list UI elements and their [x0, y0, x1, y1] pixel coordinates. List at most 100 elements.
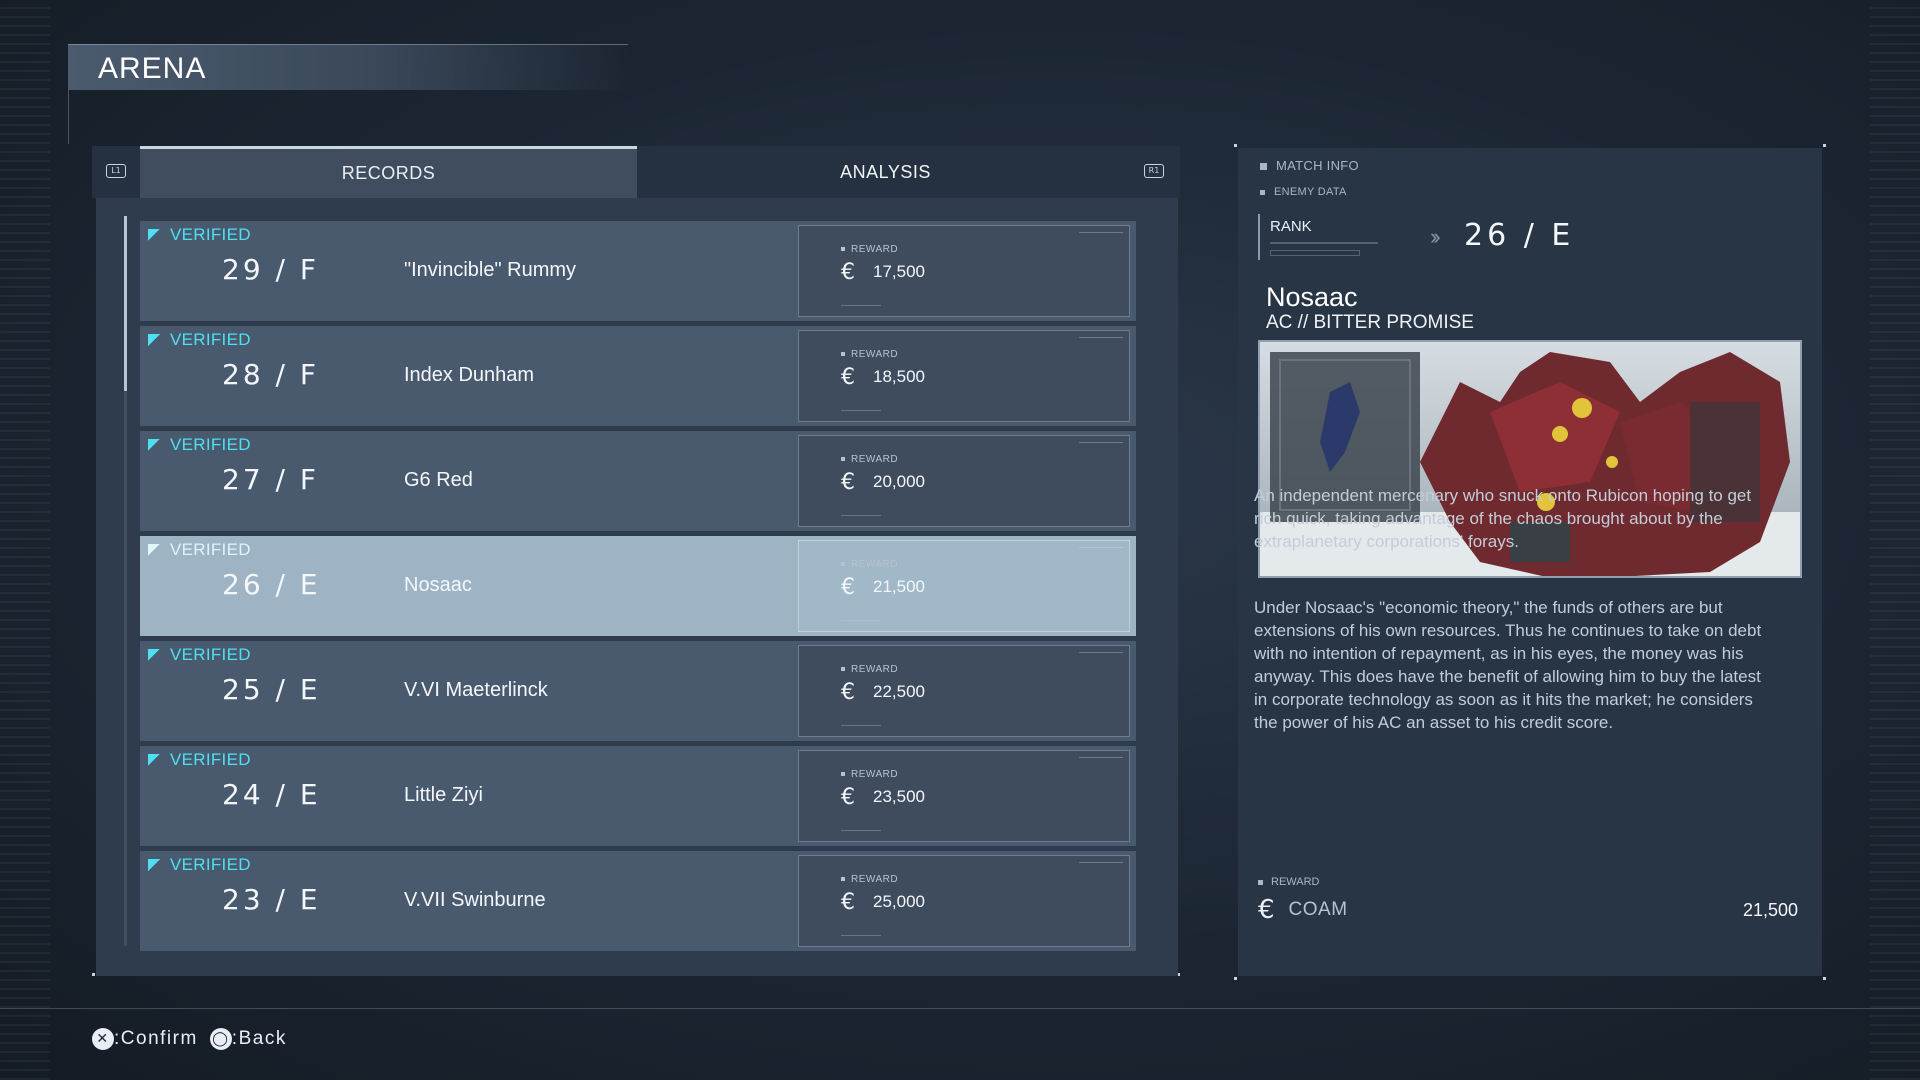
record-pilot-name: Nosaac	[404, 574, 472, 596]
reward-deco-line	[841, 935, 881, 936]
back-hint[interactable]: ◯ :Back	[209, 1028, 287, 1050]
verified-status: VERIFIED	[148, 330, 251, 350]
verified-label: VERIFIED	[170, 645, 251, 664]
reward-deco-line	[1079, 757, 1123, 758]
reward-label: REWARD	[841, 559, 898, 570]
record-pilot-name: Little Ziyi	[404, 784, 483, 806]
record-row[interactable]: VERIFIED 25 / E V.VI Maeterlinck REWARD €22,…	[140, 641, 1136, 741]
record-row[interactable]: VERIFIED 26 / E Nosaac REWARD €21,500	[140, 536, 1136, 636]
reward-deco-line	[1079, 652, 1123, 653]
reward-deco-line	[841, 410, 881, 411]
reward-deco-line	[1079, 442, 1123, 443]
pilot-description-1: An independent mercenary who snuck onto …	[1254, 486, 1752, 551]
r1-button-icon[interactable]: R1	[1144, 164, 1164, 178]
record-reward-box: REWARD €25,000	[798, 855, 1130, 947]
l1-button-icon[interactable]: L1	[106, 164, 126, 178]
verified-label: VERIFIED	[170, 435, 251, 454]
reward-label: REWARD	[841, 664, 898, 675]
ac-name: AC // BITTER PROMISE	[1266, 312, 1474, 333]
verified-status: VERIFIED	[148, 750, 251, 770]
rank-box: RANK	[1258, 214, 1388, 260]
credit-icon: €	[841, 470, 855, 495]
cross-button-icon: ✕	[92, 1028, 114, 1050]
reward-deco-line	[841, 305, 881, 306]
corner-mark	[1823, 977, 1826, 980]
credit-icon: €	[1258, 895, 1275, 925]
corner-mark	[92, 973, 95, 976]
back-label: :Back	[231, 1028, 287, 1049]
record-reward-box: REWARD €21,500	[798, 540, 1130, 632]
record-pilot-name: V.VII Swinburne	[404, 889, 546, 911]
record-pilot-name: V.VI Maeterlinck	[404, 679, 548, 701]
pilot-name: Nosaac	[1266, 282, 1358, 312]
reward-amount: 23,500	[873, 787, 925, 806]
tab-bar: L1 RECORDS ANALYSIS R1	[92, 146, 1180, 198]
scrollbar-thumb[interactable]	[124, 216, 127, 391]
credit-icon: €	[841, 890, 855, 915]
record-rank: 24 / E	[222, 778, 321, 811]
page-header: ARENA	[68, 44, 628, 90]
record-row[interactable]: VERIFIED 28 / F Index Dunham REWARD €18,500	[140, 326, 1136, 426]
record-rank: 25 / E	[222, 673, 321, 706]
record-rank: 28 / F	[222, 358, 319, 391]
verified-status: VERIFIED	[148, 435, 251, 455]
verified-label: VERIFIED	[170, 855, 251, 874]
record-row[interactable]: VERIFIED 29 / F "Invincible" Rummy REWARD €1…	[140, 221, 1136, 321]
reward-amount: 17,500	[873, 262, 925, 281]
match-info-panel: MATCH INFO ENEMY DATA RANK ›› 26 / E Nos…	[1234, 144, 1826, 980]
record-row[interactable]: VERIFIED 23 / E V.VII Swinburne REWARD €25,0…	[140, 851, 1136, 951]
record-row[interactable]: VERIFIED 27 / F G6 Red REWARD €20,000	[140, 431, 1136, 531]
reward-label: REWARD	[841, 244, 898, 255]
record-rank: 27 / F	[222, 463, 319, 496]
double-chevron-icon: ››	[1430, 224, 1440, 249]
credit-icon: €	[841, 260, 855, 285]
reward-amount: 22,500	[873, 682, 925, 701]
record-reward-box: REWARD €23,500	[798, 750, 1130, 842]
corner-mark	[1234, 144, 1237, 147]
flag-icon	[148, 649, 160, 661]
decorative-scanlines-left	[0, 0, 50, 1080]
verified-status: VERIFIED	[148, 645, 251, 665]
confirm-hint[interactable]: ✕ :Confirm	[92, 1028, 198, 1050]
record-rank: 29 / F	[222, 253, 319, 286]
record-reward-box: REWARD €20,000	[798, 435, 1130, 527]
reward-amount: 20,000	[873, 472, 925, 491]
reward-deco-line	[841, 725, 881, 726]
reward-deco-line	[1079, 337, 1123, 338]
reward-deco-line	[841, 515, 881, 516]
record-row[interactable]: VERIFIED 24 / E Little Ziyi REWARD €23,500	[140, 746, 1136, 846]
info-reward-row: € COAM 21,500	[1258, 892, 1798, 928]
flag-icon	[148, 229, 160, 241]
record-rank: 23 / E	[222, 883, 321, 916]
page-title: ARENA	[98, 52, 207, 85]
match-info-label: MATCH INFO	[1260, 158, 1359, 173]
record-pilot-name: "Invincible" Rummy	[404, 259, 577, 281]
record-reward-box: REWARD €17,500	[798, 225, 1130, 317]
reward-deco-line	[1079, 232, 1123, 233]
button-hints: ✕ :Confirm ◯ :Back	[92, 1028, 299, 1050]
verified-status: VERIFIED	[148, 855, 251, 875]
flag-icon	[148, 439, 160, 451]
reward-amount: 25,000	[873, 892, 925, 911]
flag-icon	[148, 544, 160, 556]
verified-label: VERIFIED	[170, 540, 251, 559]
records-panel: L1 RECORDS ANALYSIS R1 VERIFIED 29 / F "In…	[92, 146, 1180, 976]
reward-deco-line	[841, 830, 881, 831]
reward-deco-line	[1079, 547, 1123, 548]
decorative-scanlines-right	[1870, 0, 1920, 1080]
tab-analysis[interactable]: ANALYSIS	[637, 146, 1134, 198]
reward-currency: COAM	[1288, 899, 1348, 920]
verified-status: VERIFIED	[148, 225, 251, 245]
tab-records[interactable]: RECORDS	[140, 146, 637, 198]
reward-label: REWARD	[841, 874, 898, 885]
verified-label: VERIFIED	[170, 225, 251, 244]
record-reward-box: REWARD €18,500	[798, 330, 1130, 422]
reward-amount: 21,500	[873, 577, 925, 596]
record-pilot-name: G6 Red	[404, 469, 473, 491]
corner-mark	[1823, 144, 1826, 147]
verified-status: VERIFIED	[148, 540, 251, 560]
credit-icon: €	[841, 365, 855, 390]
reward-deco-line	[1079, 862, 1123, 863]
confirm-label: :Confirm	[114, 1028, 198, 1049]
reward-label: REWARD	[841, 454, 898, 465]
